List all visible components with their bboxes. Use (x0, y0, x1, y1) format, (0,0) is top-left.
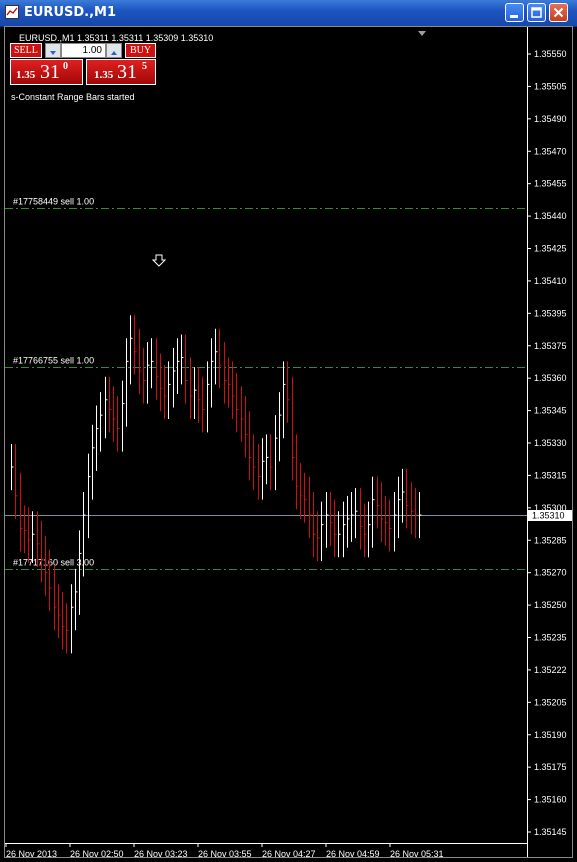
order-label: #17758449 sell 1.00 (13, 197, 94, 207)
price-tick-label: 1.35345 (534, 406, 567, 416)
one-click-trading-panel: SELL 1.00 BUY 1.35 31 0 1.35 31 5 (10, 43, 156, 85)
price-tick-label: 1.35205 (534, 697, 567, 707)
close-button[interactable] (549, 3, 568, 22)
price-tick-label: 1.35315 (534, 470, 567, 480)
time-tick-label: 26 Nov 2013 (6, 849, 57, 857)
lot-size-value: 1.00 (82, 45, 102, 56)
minimize-icon (510, 15, 518, 18)
buy-price-sup: 5 (142, 61, 147, 72)
price-tick-label: 1.35455 (534, 179, 567, 189)
lot-size-input[interactable]: 1.00 (61, 43, 106, 58)
time-tick-label: 26 Nov 05:31 (390, 849, 444, 857)
buy-button[interactable]: BUY (125, 43, 156, 58)
chart-area[interactable]: #17758449 sell 1.00 #17766755 sell 1.00 #1… (4, 26, 573, 858)
chevron-up-icon (111, 51, 117, 55)
price-tick-label: 1.35285 (534, 535, 567, 545)
sell-button[interactable]: SELL (10, 43, 42, 58)
minimize-button[interactable] (505, 3, 524, 22)
price-tick-label: 1.35235 (534, 633, 567, 643)
time-tick-label: 26 Nov 02:50 (70, 849, 124, 857)
down-arrow-icon (151, 254, 167, 267)
price-tick-label: 1.35330 (534, 438, 567, 448)
price-tick-label: 1.35470 (534, 146, 567, 156)
buy-price-prefix: 1.35 (94, 69, 114, 81)
order-label: #17766755 sell 1.00 (13, 356, 94, 366)
price-tick-label: 1.35270 (534, 568, 567, 578)
chart-window-icon (5, 5, 19, 19)
buy-price-button[interactable]: 1.35 31 5 (86, 59, 156, 85)
price-tick-label: 1.35160 (534, 795, 567, 805)
window-title: EURUSD.,M1 (24, 5, 117, 20)
price-tick-label: 1.35360 (534, 373, 567, 383)
expert-status-text: s-Constant Range Bars started (11, 92, 135, 102)
price-tick-label: 1.35490 (534, 114, 567, 124)
price-tick-label: 1.35190 (534, 730, 567, 740)
maximize-icon (531, 7, 542, 18)
time-tick-label: 26 Nov 03:55 (198, 849, 252, 857)
chevron-down-icon (50, 51, 56, 55)
close-icon (553, 7, 564, 18)
price-tick-label: 1.35250 (534, 600, 567, 610)
sell-price-button[interactable]: 1.35 31 0 (10, 59, 83, 85)
lot-up-button[interactable] (106, 43, 122, 58)
price-tick-label: 1.35175 (534, 762, 567, 772)
lot-down-button[interactable] (45, 43, 61, 58)
chart-window: EURUSD.,M1 #17758449 sell 1.00 #17766755 … (0, 0, 577, 862)
price-tick-label: 1.35425 (534, 244, 567, 254)
price-tick-label: 1.35222 (534, 665, 567, 675)
shift-marker-icon[interactable] (418, 31, 426, 36)
price-tick-label: 1.35395 (534, 308, 567, 318)
sell-label: SELL (14, 45, 38, 56)
order-label: #17717160 sell 3.00 (13, 558, 94, 568)
price-tick-label: 1.35440 (534, 211, 567, 221)
sell-price-prefix: 1.35 (16, 69, 36, 81)
time-tick-label: 26 Nov 03:23 (134, 849, 188, 857)
time-tick-label: 26 Nov 04:59 (326, 849, 380, 857)
sell-price-sup: 0 (63, 61, 68, 72)
price-tick-label: 1.35505 (534, 81, 567, 91)
price-chart[interactable]: #17758449 sell 1.00 #17766755 sell 1.00 #1… (5, 27, 572, 857)
title-bar[interactable]: EURUSD.,M1 (0, 0, 577, 27)
price-tick-label: 1.35375 (534, 341, 567, 351)
maximize-button[interactable] (527, 3, 546, 22)
buy-label: BUY (130, 45, 152, 56)
price-tick-label: 1.35145 (534, 827, 567, 837)
price-tick-label: 1.35550 (534, 49, 567, 59)
symbol-info-line: EURUSD.,M1 1.35311 1.35311 1.35309 1.353… (19, 33, 213, 43)
sell-price-big: 31 (40, 61, 60, 83)
time-tick-label: 26 Nov 04:27 (262, 849, 316, 857)
price-tick-label: 1.35410 (534, 276, 567, 286)
buy-price-big: 31 (117, 61, 137, 83)
current-price-label: 1.35310 (532, 511, 565, 521)
